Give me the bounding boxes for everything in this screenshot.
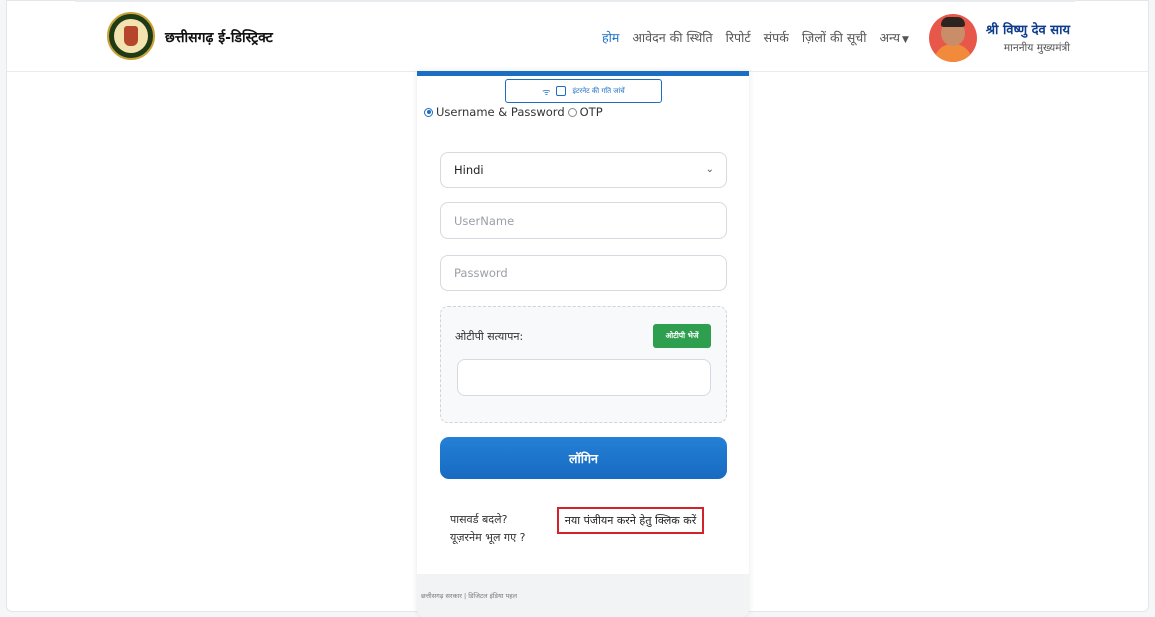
send-otp-button[interactable]: ओटीपी भेजें	[653, 324, 711, 348]
radio-otp-label: OTP	[579, 105, 603, 119]
nav-others-label: अन्य	[879, 30, 900, 45]
emblem-icon	[124, 26, 138, 46]
username-field-wrapper	[440, 202, 727, 239]
language-select[interactable]: Hindi ⌄	[440, 152, 727, 188]
emblem-inner	[114, 19, 148, 53]
change-password-link[interactable]: पासवर्ड बदले?	[450, 511, 526, 529]
speed-test-button[interactable]: ᯤ इंटरनेट की गति जांचें	[505, 79, 662, 103]
otp-verification-box: ओटीपी सत्यापन: ओटीपी भेजें	[440, 306, 727, 423]
password-field-wrapper	[440, 255, 727, 291]
cm-avatar	[929, 14, 977, 62]
login-card: ᯤ इंटरनेट की गति जांचें Username & Passw…	[417, 71, 749, 617]
language-selected-value: Hindi	[454, 163, 484, 177]
chevron-down-icon: ⌄	[705, 164, 714, 175]
nav-others-dropdown[interactable]: अन्य ▼	[879, 29, 908, 46]
password-input[interactable]	[454, 266, 726, 280]
account-links: पासवर्ड बदले? यूज़रनेम भूल गए ?	[450, 511, 526, 547]
speedometer-icon	[556, 86, 567, 96]
login-button[interactable]: लॉगिन	[440, 437, 727, 479]
username-input[interactable]	[454, 213, 726, 228]
nav-application-status[interactable]: आवेदन की स्थिति	[632, 29, 712, 46]
site-brand[interactable]: छत्तीसगढ़ ई-डिस्ट्रिक्ट	[165, 28, 273, 47]
nav-contact[interactable]: संपर्क	[764, 29, 789, 46]
wifi-icon: ᯤ	[542, 87, 551, 98]
radio-userpass[interactable]	[424, 107, 433, 117]
state-emblem-logo[interactable]	[107, 12, 155, 60]
caret-down-icon: ▼	[901, 35, 909, 45]
footer-text: छत्तीसगढ़ सरकार | डिजिटल इंडिया पहल	[421, 592, 518, 600]
otp-input[interactable]	[457, 359, 711, 396]
forgot-username-link[interactable]: यूज़रनेम भूल गए ?	[450, 529, 526, 547]
main-nav: होम आवेदन की स्थिति रिपोर्ट संपर्क ज़िलो…	[602, 29, 909, 46]
card-footer: छत्तीसगढ़ सरकार | डिजिटल इंडिया पहल	[417, 574, 749, 617]
site-header: छत्तीसगढ़ ई-डिस्ट्रिक्ट होम आवेदन की स्थ…	[7, 2, 1148, 72]
radio-userpass-label: Username & Password	[436, 105, 565, 119]
card-accent-bar	[417, 71, 749, 76]
nav-districts[interactable]: ज़िलों की सूची	[802, 29, 867, 46]
cm-info: श्री विष्णु देव साय माननीय मुख्यमंत्री	[985, 20, 1070, 55]
cm-name: श्री विष्णु देव साय	[985, 23, 1070, 38]
cm-avatar-hair	[941, 17, 965, 27]
speed-test-label: इंटरनेट की गति जांचें	[572, 86, 625, 95]
otp-label: ओटीपी सत्यापन:	[455, 330, 524, 343]
radio-otp[interactable]	[567, 107, 577, 117]
nav-reports[interactable]: रिपोर्ट	[726, 29, 751, 46]
cm-avatar-body	[934, 44, 972, 62]
nav-home[interactable]: होम	[602, 29, 619, 46]
login-mode-radios: Username & Password OTP	[424, 105, 603, 119]
register-link[interactable]: नया पंजीयन करने हेतु क्लिक करें	[557, 507, 704, 534]
cm-title: माननीय मुख्यमंत्री	[1003, 42, 1070, 54]
